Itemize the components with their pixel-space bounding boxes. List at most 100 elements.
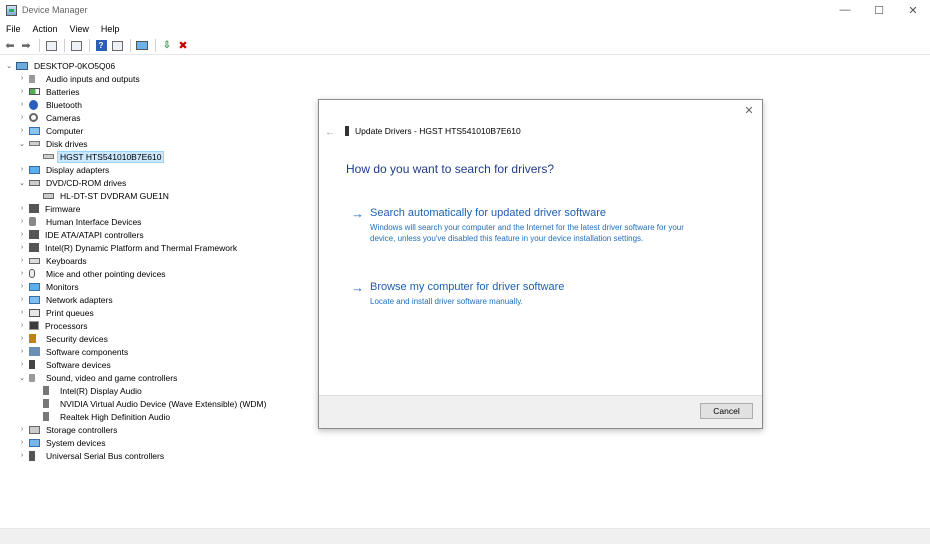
hid-icon [29, 217, 36, 226]
tree-item-nvidia-virtual-audio[interactable]: NVIDIA Virtual Audio Device (Wave Extens… [31, 397, 268, 410]
mouse-icon [29, 269, 35, 278]
tree-item-realtek-audio[interactable]: Realtek High Definition Audio [31, 410, 172, 423]
tree-item-monitors[interactable]: › Monitors [17, 280, 81, 293]
menu-view[interactable]: View [64, 24, 95, 34]
monitor-icon [29, 165, 40, 174]
chevron-down-icon[interactable]: ⌄ [17, 374, 27, 382]
tree-item-software-components[interactable]: › Software components [17, 345, 130, 358]
tree-item-storage-controllers[interactable]: › Storage controllers [17, 423, 119, 436]
update-driver-icon[interactable]: ⇩ [160, 39, 174, 53]
chevron-right-icon[interactable]: › [17, 101, 27, 108]
back-icon[interactable]: ⬅ [3, 39, 17, 53]
tree-item-bluetooth[interactable]: › Bluetooth [17, 98, 84, 111]
tree-item-system-devices[interactable]: › System devices [17, 436, 108, 449]
uninstall-device-icon[interactable]: ✖ [176, 39, 190, 53]
chevron-right-icon[interactable]: › [17, 322, 27, 329]
tree-item-intel-display-audio[interactable]: Intel(R) Display Audio [31, 384, 144, 397]
tree-item-display-adapters[interactable]: › Display adapters [17, 163, 111, 176]
toolbar-separator [130, 39, 131, 52]
chevron-right-icon[interactable]: › [17, 426, 27, 433]
tree-item-mice[interactable]: › Mice and other pointing devices [17, 267, 168, 280]
chevron-right-icon[interactable]: › [17, 283, 27, 290]
audio-device-icon [43, 399, 49, 408]
chevron-right-icon[interactable]: › [17, 114, 27, 121]
tree-item-audio-inputs[interactable]: › Audio inputs and outputs [17, 72, 142, 85]
chevron-right-icon[interactable]: › [17, 218, 27, 225]
tree-item-computer[interactable]: › Computer [17, 124, 85, 137]
chevron-right-icon[interactable]: › [17, 75, 27, 82]
chevron-down-icon[interactable]: ⌄ [17, 140, 27, 148]
tree-item-hgst-disk[interactable]: HGST HTS541010B7E610 [31, 150, 165, 163]
tree-item-dvd-drives[interactable]: ⌄ DVD/CD-ROM drives [17, 176, 128, 189]
chevron-right-icon[interactable]: › [17, 335, 27, 342]
tree-root[interactable]: ⌄ DESKTOP-0KO5Q06 [4, 59, 117, 72]
forward-icon[interactable]: ➡ [19, 39, 33, 53]
tree-item-cameras[interactable]: › Cameras [17, 111, 82, 124]
tree-item-processors[interactable]: › Processors [17, 319, 90, 332]
tree-item-keyboards[interactable]: › Keyboards [17, 254, 89, 267]
chevron-right-icon[interactable]: › [17, 270, 27, 277]
keyboard-icon [29, 257, 40, 264]
action-pane-icon[interactable] [110, 39, 124, 53]
storage-icon [29, 425, 40, 434]
chevron-right-icon[interactable]: › [17, 348, 27, 355]
tree-item-print-queues[interactable]: › Print queues [17, 306, 96, 319]
maximize-button[interactable]: ☐ [862, 0, 896, 20]
chevron-right-icon[interactable]: › [17, 361, 27, 368]
arrow-right-icon: → [351, 280, 364, 295]
chevron-right-icon[interactable]: › [17, 257, 27, 264]
chevron-right-icon[interactable]: › [17, 244, 27, 251]
menu-file[interactable]: File [0, 24, 27, 34]
chevron-right-icon[interactable]: › [17, 452, 27, 459]
software-icon [29, 360, 35, 369]
system-icon [29, 438, 40, 447]
disk-icon [29, 141, 40, 146]
option-title: Browse my computer for driver software [370, 281, 565, 293]
chevron-right-icon[interactable]: › [17, 127, 27, 134]
tree-item-ide-controllers[interactable]: › IDE ATA/ATAPI controllers [17, 228, 146, 241]
tree-item-security-devices[interactable]: › Security devices [17, 332, 110, 345]
tree-item-firmware[interactable]: › Firmware [17, 202, 82, 215]
tree-item-hl-dt-st-dvd[interactable]: HL-DT-ST DVDRAM GUE1N [31, 189, 171, 202]
menu-action[interactable]: Action [27, 24, 64, 34]
processor-icon [29, 321, 39, 330]
tree-item-hid[interactable]: › Human Interface Devices [17, 215, 143, 228]
chevron-right-icon[interactable]: › [17, 205, 27, 212]
close-button[interactable]: ✕ [896, 0, 930, 20]
network-icon [29, 295, 40, 304]
chevron-right-icon[interactable]: › [17, 439, 27, 446]
printer-icon [29, 308, 40, 317]
dialog-close-button[interactable]: ✕ [742, 103, 756, 117]
chip-icon [29, 230, 39, 239]
search-automatically-option[interactable]: → Search automatically for updated drive… [351, 206, 711, 244]
chevron-right-icon[interactable]: › [17, 166, 27, 173]
monitor-icon [29, 282, 40, 291]
chevron-down-icon[interactable]: ⌄ [4, 62, 14, 70]
cancel-button[interactable]: Cancel [700, 403, 753, 419]
window-title: Device Manager [22, 5, 88, 15]
chevron-right-icon[interactable]: › [17, 296, 27, 303]
tree-item-sound-video[interactable]: ⌄ Sound, video and game controllers [17, 371, 179, 384]
properties-icon[interactable] [69, 39, 83, 53]
chevron-right-icon[interactable]: › [17, 309, 27, 316]
browse-computer-option[interactable]: → Browse my computer for driver software… [351, 280, 711, 307]
tree-item-network-adapters[interactable]: › Network adapters [17, 293, 115, 306]
back-arrow-icon[interactable]: ← [325, 127, 335, 138]
tree-item-batteries[interactable]: › Batteries [17, 85, 82, 98]
show-hide-console-tree-icon[interactable] [44, 39, 58, 53]
scan-hardware-icon[interactable] [135, 39, 149, 53]
minimize-button[interactable]: — [828, 0, 862, 20]
chevron-right-icon[interactable]: › [17, 88, 27, 95]
tree-item-usb-controllers[interactable]: › Universal Serial Bus controllers [17, 449, 166, 462]
help-icon[interactable]: ? [94, 39, 108, 53]
key-icon [29, 334, 36, 343]
tree-item-software-devices[interactable]: › Software devices [17, 358, 113, 371]
tree-item-disk-drives[interactable]: ⌄ Disk drives [17, 137, 90, 150]
toolbar: ⬅ ➡ ? ⇩ ✖ [0, 37, 930, 55]
chevron-down-icon[interactable]: ⌄ [17, 179, 27, 187]
chevron-right-icon[interactable]: › [17, 231, 27, 238]
tree-item-intel-dptf[interactable]: › Intel(R) Dynamic Platform and Thermal … [17, 241, 239, 254]
menu-help[interactable]: Help [95, 24, 126, 34]
camera-icon [29, 113, 38, 122]
option-description: Locate and install driver software manua… [370, 297, 523, 306]
